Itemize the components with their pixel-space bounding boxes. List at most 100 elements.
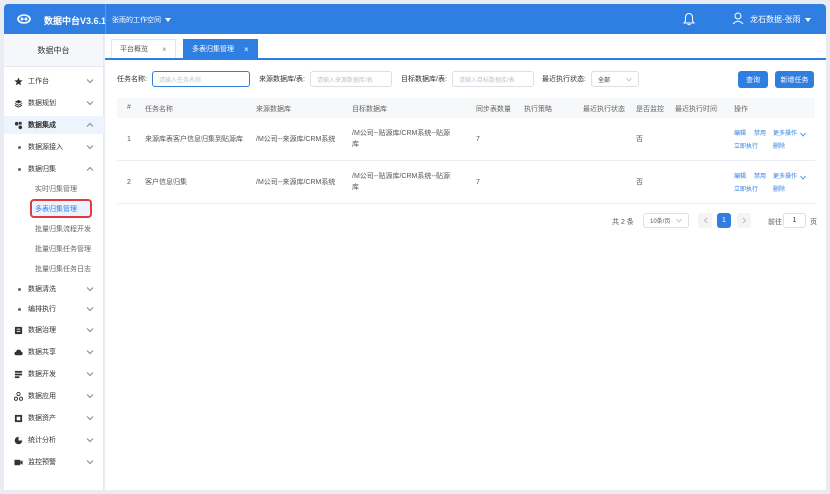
goto-page-input[interactable]: 1: [783, 213, 806, 228]
row-target-db-line2: 库: [352, 184, 359, 191]
goto-label: 前往: [768, 219, 782, 226]
tab-multi-table-collection[interactable]: 多表归集管理 ×: [183, 39, 258, 58]
app-title: 数据中台V3.6.1: [44, 16, 107, 26]
integration-icon: [14, 121, 23, 130]
table-row: 1 来源库表客户信息归集到贴源库 /M公司--来源库/CRM系统 /M公司--贴…: [117, 119, 815, 161]
star-icon: [14, 76, 23, 86]
target-input[interactable]: 请输入目标数据库/表: [452, 71, 534, 87]
target-label: 目标数据库/表:: [401, 76, 447, 83]
top-bar: 数据中台V3.6.1 张雨的工作空间 龙石数据-张雨: [4, 4, 826, 34]
bullet-icon: [18, 145, 21, 149]
col-source-db: 来源数据库: [256, 106, 291, 113]
disable-link[interactable]: 禁用: [754, 129, 766, 139]
chevron-down-icon: [86, 416, 94, 421]
run-now-link[interactable]: 立即执行: [734, 142, 758, 152]
col-table-count: 同步表数量: [476, 106, 511, 113]
next-page-button[interactable]: [737, 213, 751, 228]
chevron-down-icon: [86, 328, 94, 333]
sidebar-item-planning[interactable]: 数据规划: [4, 94, 104, 112]
monitor-icon: [14, 458, 23, 467]
sidebar-item-workbench[interactable]: 工作台: [4, 72, 104, 90]
user-menu[interactable]: 龙石数据-张雨: [750, 14, 811, 25]
row-task-name: 客户信息归集: [145, 179, 187, 186]
caret-down-icon: [804, 17, 811, 22]
chevron-up-icon: [86, 166, 94, 171]
chevron-down-icon: [86, 101, 94, 106]
row-source-db: /M公司--来源库/CRM系统: [256, 136, 336, 143]
sidebar-item-statistics[interactable]: 统计分析: [4, 431, 104, 449]
main-content: 平台概览 × 多表归集管理 × 任务名称: 请输入任务名称 来源数据库/表: 请…: [105, 34, 826, 490]
pie-icon: [14, 436, 23, 445]
source-input[interactable]: 请输入来源数据库/表: [310, 71, 392, 87]
status-select[interactable]: 全部: [591, 71, 639, 87]
asset-icon: [14, 414, 23, 423]
bullet-icon: [18, 287, 21, 291]
layers-icon: [14, 99, 23, 108]
bell-icon[interactable]: [683, 12, 695, 26]
goto-suffix: 页: [810, 219, 817, 226]
cloud-icon: [14, 348, 23, 357]
row-source-db: /M公司--来源库/CRM系统: [256, 179, 336, 186]
row-target-db-line1: /M公司--贴源库/CRM系统--贴源: [352, 130, 450, 137]
sidebar-item-assets[interactable]: 数据资产: [4, 409, 104, 427]
sidebar-item-datasource[interactable]: 数据源接入: [4, 138, 104, 156]
sidebar-item-sharing[interactable]: 数据共享: [4, 343, 104, 361]
add-task-button[interactable]: 新增任务: [775, 71, 814, 88]
sidebar-item-collection[interactable]: 数据归集: [4, 160, 104, 178]
chevron-left-icon: [703, 217, 707, 224]
sidebar-item-integration[interactable]: 数据集成: [4, 116, 104, 134]
chevron-down-icon: [86, 307, 94, 312]
sidebar-item-batch-task-log[interactable]: 批量归集任务日志: [4, 260, 104, 278]
bullet-icon: [18, 167, 21, 171]
col-strategy: 执行策略: [524, 106, 552, 113]
sidebar-item-batch-flow-dev[interactable]: 批量归集流程开发: [4, 220, 104, 238]
pager-total: 共 2 条: [612, 219, 634, 226]
tab-platform-overview[interactable]: 平台概览 ×: [111, 39, 176, 58]
task-name-input[interactable]: 请输入任务名称: [152, 71, 250, 87]
sidebar-item-governance[interactable]: 数据治理: [4, 321, 104, 339]
col-actions: 操作: [734, 106, 748, 113]
more-actions-link[interactable]: 更多操作: [773, 129, 797, 139]
close-icon[interactable]: ×: [244, 45, 249, 54]
run-now-link[interactable]: 立即执行: [734, 185, 758, 195]
chevron-down-icon: [86, 438, 94, 443]
row-index: 2: [127, 179, 131, 186]
source-label: 来源数据库/表:: [259, 76, 305, 83]
page-size-select[interactable]: 10条/页: [643, 213, 689, 228]
close-icon[interactable]: ×: [162, 45, 167, 54]
edit-link[interactable]: 编辑: [734, 129, 746, 139]
sidebar-item-applications[interactable]: 数据应用: [4, 387, 104, 405]
col-task-name: 任务名称: [145, 106, 173, 113]
col-last-status: 最近执行状态: [583, 106, 625, 113]
chevron-down-icon: [800, 175, 806, 180]
apps-icon: [14, 391, 23, 401]
delete-link[interactable]: 删除: [773, 142, 785, 152]
sidebar-item-development[interactable]: 数据开发: [4, 365, 104, 383]
row-index: 1: [127, 136, 131, 143]
row-target-db-line2: 库: [352, 141, 359, 148]
prev-page-button[interactable]: [698, 213, 712, 228]
disable-link[interactable]: 禁用: [754, 172, 766, 182]
edit-link[interactable]: 编辑: [734, 172, 746, 182]
sidebar-item-cleansing[interactable]: 数据清洗: [4, 280, 104, 298]
more-actions-link[interactable]: 更多操作: [773, 172, 797, 182]
chevron-down-icon: [86, 460, 94, 465]
workspace-switcher[interactable]: 张雨的工作空间: [112, 15, 171, 25]
row-table-count: 7: [476, 179, 480, 186]
status-label: 最近执行状态:: [542, 76, 586, 83]
sidebar-item-orchestration[interactable]: 编排执行: [4, 300, 104, 318]
row-task-name: 来源库表客户信息归集到贴源库: [145, 136, 243, 143]
highlight-box: [30, 199, 92, 218]
chevron-up-icon: [86, 122, 94, 127]
sidebar-item-realtime-collection[interactable]: 实时归集管理: [4, 180, 104, 198]
delete-link[interactable]: 删除: [773, 185, 785, 195]
page-button-current[interactable]: 1: [717, 213, 731, 228]
bullet-icon: [18, 307, 21, 311]
query-button[interactable]: 查询: [738, 71, 768, 88]
col-index: #: [127, 104, 131, 111]
workspace-label: 张雨的工作空间: [112, 17, 161, 24]
sidebar-item-monitoring[interactable]: 监控预警: [4, 453, 104, 471]
logo-icon: [17, 14, 31, 24]
sidebar: 数据中台 工作台 数据规划 数据集成 数据源接入 数据归集 实时归集管理 多表归…: [4, 34, 104, 490]
sidebar-item-batch-task-manage[interactable]: 批量归集任务管理: [4, 240, 104, 258]
